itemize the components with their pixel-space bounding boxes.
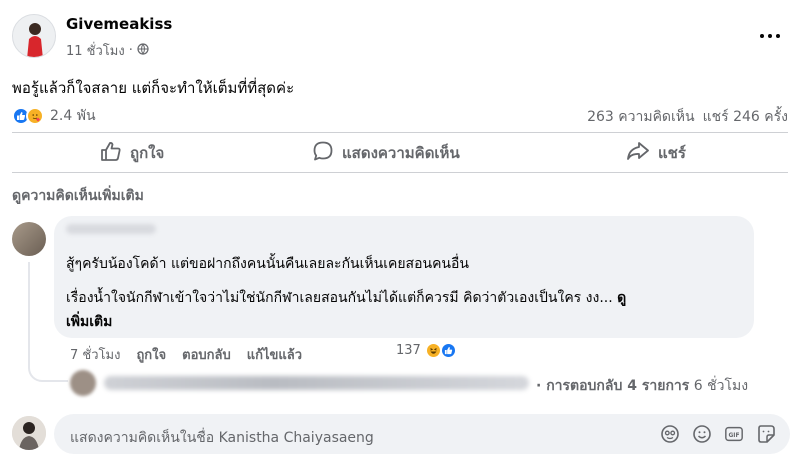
comment-text-line2-body: เรื่องน้ำใจนักกีฬาเข้าใจว่าไม่ใช่นักกีฬา… [66, 290, 613, 306]
like-label: ถูกใจ [130, 144, 165, 162]
reaction-count: 2.4 พัน [50, 108, 96, 124]
see-more-link[interactable]: ดู [617, 290, 626, 306]
replies-time: 6 ชั่วโมง [693, 378, 749, 394]
post-text: พอรู้แล้วก็ใจสลาย แต่ก็จะทำให้เต็มที่ที่… [12, 79, 295, 97]
current-user-avatar[interactable] [12, 416, 46, 450]
comment-reactions[interactable]: 137 [396, 342, 457, 359]
comment-text-line1: สู้ๆครับน้องโคด้า แต่ขอฝากถึงคนนั้นคืนเล… [66, 256, 469, 272]
comment-bubble [54, 216, 754, 338]
comments-count[interactable]: 263 ความคิดเห็น [587, 106, 695, 128]
divider [12, 132, 788, 133]
composer-tools: GIF [660, 424, 776, 444]
sticker-icon[interactable] [756, 424, 776, 444]
share-arrow-icon [626, 140, 650, 166]
reaction-summary[interactable]: 2.4 พัน [12, 105, 96, 127]
comment-input[interactable]: แสดงความคิดเห็นในชื่อ Kanistha Chaiyasae… [70, 427, 374, 449]
commenter-name-blurred[interactable] [66, 224, 156, 234]
reply-preview-blurred[interactable] [104, 376, 529, 390]
commenter-avatar[interactable] [12, 222, 46, 256]
post-meta: 11 ชั่วโมง · [66, 40, 149, 61]
author-avatar[interactable] [12, 14, 56, 58]
post-stats: 263 ความคิดเห็น แชร์ 246 ครั้ง [587, 106, 788, 128]
comment-like-button[interactable]: ถูกใจ [136, 344, 166, 365]
reply-avatar-blurred[interactable] [70, 370, 96, 396]
more-options-icon[interactable] [752, 24, 788, 48]
gif-icon[interactable]: GIF [724, 424, 744, 444]
emoji-icon[interactable] [692, 424, 712, 444]
comment-label: แสดงความคิดเห็น [342, 144, 460, 162]
comment-reply-button[interactable]: ตอบกลับ [182, 344, 231, 365]
comment-time[interactable]: 7 ชั่วโมง [70, 344, 120, 365]
comment-text-line2: เรื่องน้ำใจนักกีฬาเข้าใจว่าไม่ใช่นักกีฬา… [66, 287, 626, 309]
shares-count[interactable]: แชร์ 246 ครั้ง [703, 106, 788, 128]
replies-count-label: · การตอบกลับ 4 รายการ [536, 378, 690, 394]
comment-button[interactable]: แสดงความคิดเห็น [312, 141, 460, 165]
comment-actions: 7 ชั่วโมง ถูกใจ ตอบกลับ แก้ไขแล้ว [70, 344, 302, 365]
post-time[interactable]: 11 ชั่วโมง [66, 40, 125, 61]
avatar-sticker-icon[interactable] [660, 424, 680, 444]
comment-reaction-count: 137 [396, 343, 421, 358]
comment-edited-label[interactable]: แก้ไขแล้ว [247, 344, 302, 365]
like-button[interactable]: ถูกใจ [100, 141, 164, 165]
comment-bubble-icon [312, 140, 334, 166]
divider [12, 172, 788, 173]
dot-separator: · [128, 43, 133, 58]
thumbs-up-icon [100, 140, 122, 166]
globe-icon [137, 42, 149, 59]
share-button[interactable]: แชร์ [626, 141, 686, 165]
svg-text:GIF: GIF [728, 433, 739, 439]
see-more-link-continued[interactable]: เพิ่มเติม [66, 311, 112, 333]
care-reaction-icon [26, 107, 44, 125]
share-label: แชร์ [658, 144, 686, 162]
author-name[interactable]: Givemeakiss [66, 15, 172, 33]
like-reaction-icon [439, 342, 457, 359]
view-replies-link[interactable]: · การตอบกลับ 4 รายการ 6 ชั่วโมง [536, 375, 748, 397]
view-more-comments-link[interactable]: ดูความคิดเห็นเพิ่มเติม [12, 185, 144, 207]
